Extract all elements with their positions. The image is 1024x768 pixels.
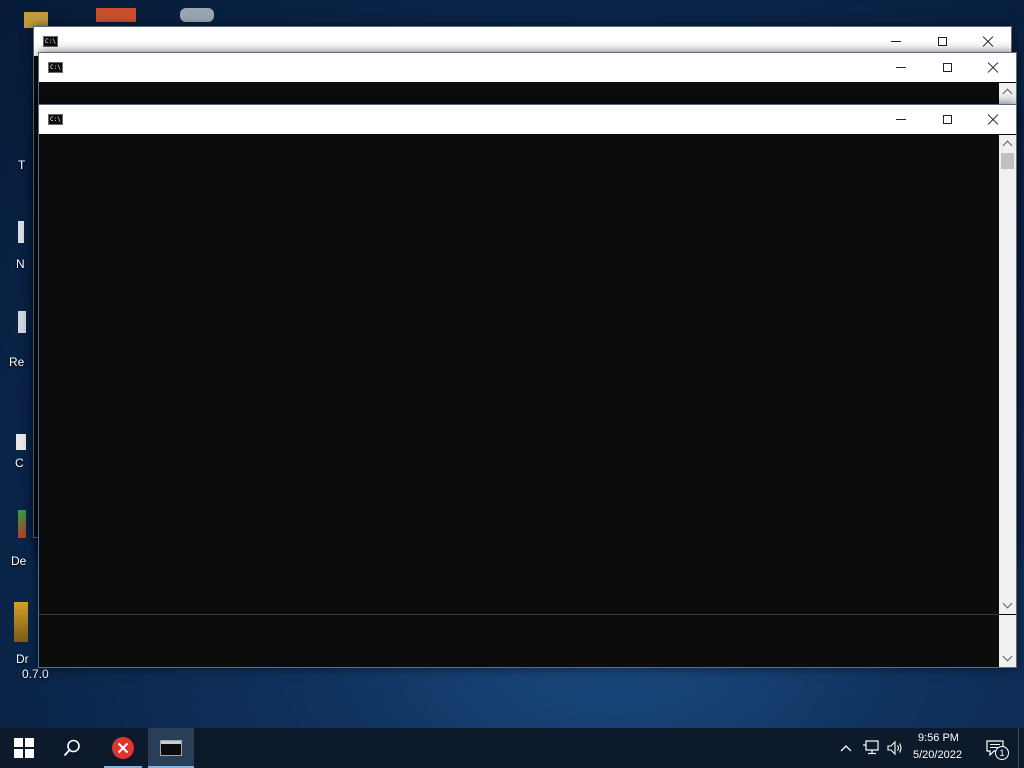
show-hidden-icons-button[interactable]	[836, 728, 856, 768]
cmd-icon: C:\	[48, 62, 63, 73]
show-desktop-button[interactable]	[1018, 728, 1024, 768]
network-icon	[863, 740, 879, 755]
desktop-icon-label: Re	[9, 355, 25, 369]
close-button[interactable]	[970, 53, 1016, 82]
app-icon	[96, 8, 136, 22]
start-button[interactable]	[0, 728, 48, 768]
vertical-scrollbar-lower[interactable]	[999, 615, 1016, 667]
cmd-icon: C:\	[43, 36, 58, 47]
volume-button[interactable]	[884, 728, 906, 768]
clock-time: 9:56 PM	[918, 732, 959, 744]
search-button[interactable]	[48, 728, 96, 768]
notification-count-badge: 1	[995, 746, 1009, 760]
clock-button[interactable]: 9:56 PM 5/20/2022	[908, 728, 972, 768]
app-icon	[18, 510, 26, 538]
window-titlebar[interactable]: C:\	[39, 53, 1016, 82]
taskbar-error-app[interactable]	[100, 728, 146, 768]
scrollbar-thumb[interactable]	[1001, 153, 1014, 169]
desktop-icon-label: T	[18, 158, 26, 172]
action-center-button[interactable]: 1	[978, 728, 1012, 768]
clock-date: 5/20/2022	[913, 749, 962, 761]
vertical-scrollbar[interactable]	[999, 135, 1016, 614]
cmd-taskbar-icon	[160, 740, 182, 756]
maximize-button[interactable]	[924, 105, 970, 134]
cmd-window-front[interactable]: C:\	[38, 104, 1017, 668]
app-icon	[16, 434, 26, 450]
maximize-button[interactable]	[924, 53, 970, 82]
chevron-up-icon	[840, 745, 852, 752]
desktop-icon-label: N	[16, 257, 25, 271]
minimize-button[interactable]	[878, 53, 924, 82]
taskbar-cmd[interactable]	[148, 728, 194, 768]
desktop-icon-label: C	[15, 456, 24, 470]
app-icon	[14, 602, 28, 642]
app-icon	[180, 8, 214, 22]
minimize-button[interactable]	[878, 105, 924, 134]
cmd-taskbar-icon-bar	[161, 741, 181, 744]
scroll-down-arrow-icon[interactable]	[999, 597, 1016, 614]
speaker-icon	[887, 740, 902, 756]
desktop-icon-label: De	[11, 554, 27, 568]
file-icon	[18, 221, 24, 243]
taskbar: 9:56 PM 5/20/2022 1	[0, 728, 1024, 768]
scroll-down-arrow-icon[interactable]	[999, 650, 1016, 667]
scroll-up-arrow-icon[interactable]	[999, 135, 1016, 152]
close-button[interactable]	[970, 105, 1016, 134]
window-edge-divider	[39, 614, 999, 615]
network-button[interactable]	[860, 728, 882, 768]
windows-start-icon	[14, 738, 34, 758]
error-app-icon	[112, 737, 134, 759]
desktop-icon[interactable]: Dr 0.7.0	[0, 600, 49, 690]
cmd-icon: C:\	[48, 114, 63, 125]
window-titlebar[interactable]: C:\	[39, 105, 1016, 134]
desktop-icon-sublabel: 0.7.0	[22, 667, 49, 681]
recycle-bin-icon	[18, 311, 26, 333]
search-icon	[63, 739, 80, 757]
scroll-up-arrow-icon[interactable]	[999, 83, 1016, 100]
desktop-icon-label: Dr	[16, 652, 29, 666]
console-area[interactable]	[39, 135, 999, 667]
